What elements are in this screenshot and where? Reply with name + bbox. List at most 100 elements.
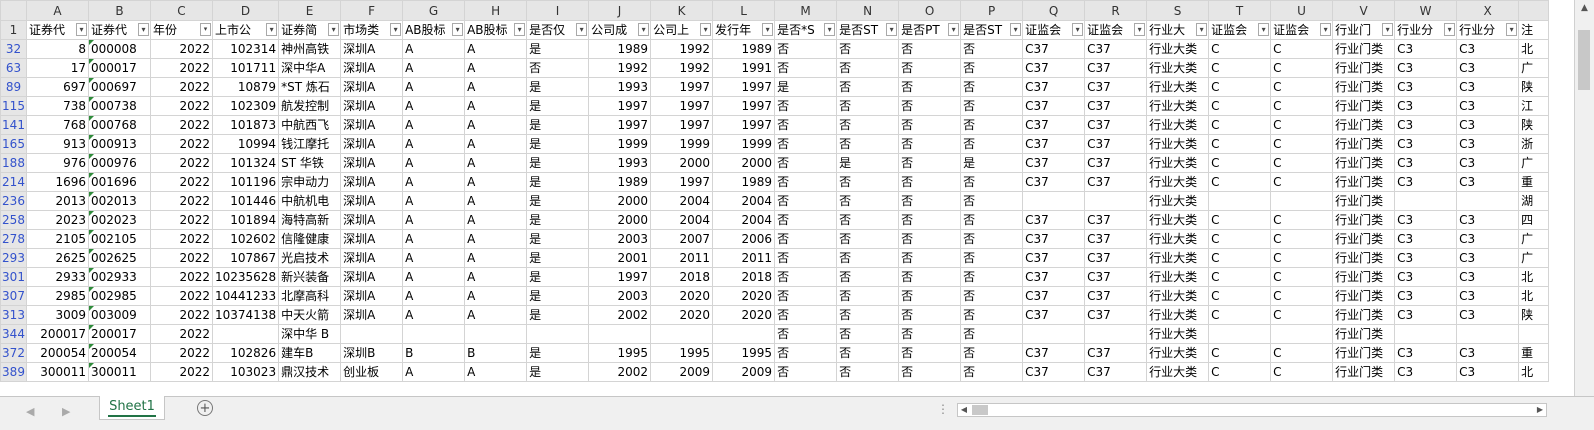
cell[interactable]: 深圳A bbox=[340, 210, 404, 230]
cell[interactable]: C37 bbox=[1084, 58, 1148, 78]
cell[interactable]: A bbox=[464, 210, 528, 230]
cell[interactable]: A bbox=[402, 248, 466, 268]
cell[interactable]: 1997 bbox=[588, 96, 652, 116]
spreadsheet-grid[interactable]: ABCDEFGHIJKLMNOPQRSTUVWX 1 证券代 ▾ 证券代 ▾ 年份 ▾ 上市公… bbox=[0, 0, 1574, 404]
filter-dropdown-icon[interactable]: ▾ bbox=[762, 23, 774, 36]
cell[interactable]: 2011 bbox=[650, 248, 714, 268]
column-header-r[interactable]: R bbox=[1084, 0, 1148, 21]
cell[interactable]: C37 bbox=[1022, 210, 1086, 230]
cell[interactable]: C37 bbox=[1022, 58, 1086, 78]
cell[interactable]: 200054 bbox=[26, 343, 89, 363]
cell[interactable]: 陕 bbox=[1518, 115, 1550, 135]
cell[interactable]: 是 bbox=[836, 153, 900, 173]
column-header-o[interactable]: O bbox=[898, 0, 962, 21]
cell[interactable]: 否 bbox=[836, 343, 900, 363]
cell[interactable]: 行业大类 bbox=[1146, 362, 1210, 382]
cell[interactable]: 否 bbox=[960, 267, 1024, 287]
cell[interactable]: 1997 bbox=[650, 96, 714, 116]
cell[interactable]: 200054 bbox=[88, 343, 151, 363]
filter-dropdown-icon[interactable]: ▾ bbox=[1072, 23, 1084, 36]
cell[interactable]: C3 bbox=[1394, 39, 1458, 59]
cell[interactable]: A bbox=[402, 267, 466, 287]
filter-dropdown-icon[interactable]: ▾ bbox=[700, 23, 712, 36]
filter-dropdown-icon[interactable]: ▾ bbox=[1506, 23, 1518, 36]
cell[interactable]: 10235628 bbox=[211, 267, 280, 287]
cell[interactable]: 2004 bbox=[712, 191, 776, 211]
cell[interactable]: C37 bbox=[1022, 343, 1086, 363]
cell[interactable]: 738 bbox=[26, 96, 89, 116]
cell[interactable]: 1991 bbox=[712, 58, 776, 78]
cell[interactable]: 宗申动力 bbox=[278, 172, 342, 192]
cell[interactable]: 3009 bbox=[26, 305, 89, 325]
cell[interactable]: 广 bbox=[1518, 248, 1550, 268]
cell[interactable]: 否 bbox=[960, 191, 1024, 211]
cell[interactable]: 行业门类 bbox=[1332, 39, 1396, 59]
cell[interactable]: 101324 bbox=[211, 153, 280, 173]
cell[interactable]: A bbox=[402, 134, 466, 154]
cell[interactable]: C37 bbox=[1022, 267, 1086, 287]
cell[interactable]: 否 bbox=[836, 248, 900, 268]
cell[interactable]: 002013 bbox=[88, 191, 151, 211]
cell[interactable]: 1995 bbox=[588, 343, 652, 363]
cell[interactable]: 行业门类 bbox=[1332, 172, 1396, 192]
row-number[interactable]: 89 bbox=[0, 77, 27, 97]
cell[interactable]: 中航西飞 bbox=[278, 115, 342, 135]
cell[interactable]: 四 bbox=[1518, 210, 1550, 230]
cell[interactable]: C3 bbox=[1456, 229, 1520, 249]
filter-dropdown-icon[interactable]: ▾ bbox=[1444, 23, 1456, 36]
cell[interactable]: 行业门类 bbox=[1332, 77, 1396, 97]
cell[interactable]: C3 bbox=[1394, 305, 1458, 325]
cell[interactable]: 否 bbox=[836, 77, 900, 97]
cell[interactable]: 否 bbox=[898, 267, 962, 287]
row-number[interactable]: 188 bbox=[0, 153, 27, 173]
cell[interactable]: 101196 bbox=[211, 172, 280, 192]
cell[interactable]: C3 bbox=[1456, 210, 1520, 230]
row-number[interactable]: 165 bbox=[0, 134, 27, 154]
cell[interactable]: 2004 bbox=[712, 210, 776, 230]
cell[interactable]: 否 bbox=[960, 134, 1024, 154]
cell[interactable]: 否 bbox=[898, 153, 962, 173]
cell[interactable]: C bbox=[1208, 58, 1272, 78]
field-header-cell[interactable]: AB股标 ▾ bbox=[464, 20, 528, 40]
add-sheet-icon[interactable]: + bbox=[197, 400, 213, 416]
cell[interactable]: 000976 bbox=[88, 153, 151, 173]
cell[interactable]: 深圳A bbox=[340, 58, 404, 78]
row-number[interactable]: 372 bbox=[0, 343, 27, 363]
cell[interactable]: 海特高新 bbox=[278, 210, 342, 230]
cell[interactable]: 2022 bbox=[150, 191, 213, 211]
cell[interactable]: 2013 bbox=[26, 191, 89, 211]
cell[interactable]: 否 bbox=[774, 324, 838, 344]
cell[interactable]: 否 bbox=[898, 362, 962, 382]
field-header-cell[interactable]: 行业分 ▾ bbox=[1456, 20, 1520, 40]
cell[interactable]: A bbox=[464, 58, 528, 78]
cell[interactable]: 否 bbox=[960, 362, 1024, 382]
cell[interactable]: 101894 bbox=[211, 210, 280, 230]
cell[interactable]: 10879 bbox=[211, 77, 280, 97]
cell[interactable]: 否 bbox=[774, 153, 838, 173]
row-number[interactable]: 389 bbox=[0, 362, 27, 382]
field-header-cell[interactable]: 行业门 ▾ bbox=[1332, 20, 1396, 40]
field-header-cell[interactable]: 发行年 ▾ bbox=[712, 20, 776, 40]
cell[interactable]: 北 bbox=[1518, 286, 1550, 306]
cell[interactable]: 创业板 bbox=[340, 362, 404, 382]
cell[interactable]: C3 bbox=[1456, 115, 1520, 135]
cell[interactable] bbox=[650, 324, 714, 344]
cell[interactable]: A bbox=[402, 286, 466, 306]
filter-dropdown-icon[interactable]: ▾ bbox=[452, 23, 464, 36]
cell[interactable]: 2020 bbox=[712, 286, 776, 306]
cell[interactable]: C3 bbox=[1394, 96, 1458, 116]
cell[interactable]: C bbox=[1270, 210, 1334, 230]
cell[interactable]: 湖 bbox=[1518, 191, 1550, 211]
cell[interactable]: 1997 bbox=[712, 96, 776, 116]
cell[interactable]: 否 bbox=[898, 229, 962, 249]
cell[interactable]: 否 bbox=[960, 210, 1024, 230]
cell[interactable]: 行业门类 bbox=[1332, 210, 1396, 230]
cell[interactable]: 否 bbox=[960, 248, 1024, 268]
column-header-u[interactable]: U bbox=[1270, 0, 1334, 21]
row-number[interactable]: 301 bbox=[0, 267, 27, 287]
cell[interactable]: 1993 bbox=[588, 77, 652, 97]
cell[interactable]: 行业大类 bbox=[1146, 229, 1210, 249]
cell[interactable]: 广 bbox=[1518, 229, 1550, 249]
cell[interactable]: C bbox=[1270, 58, 1334, 78]
cell[interactable]: 103023 bbox=[211, 362, 280, 382]
